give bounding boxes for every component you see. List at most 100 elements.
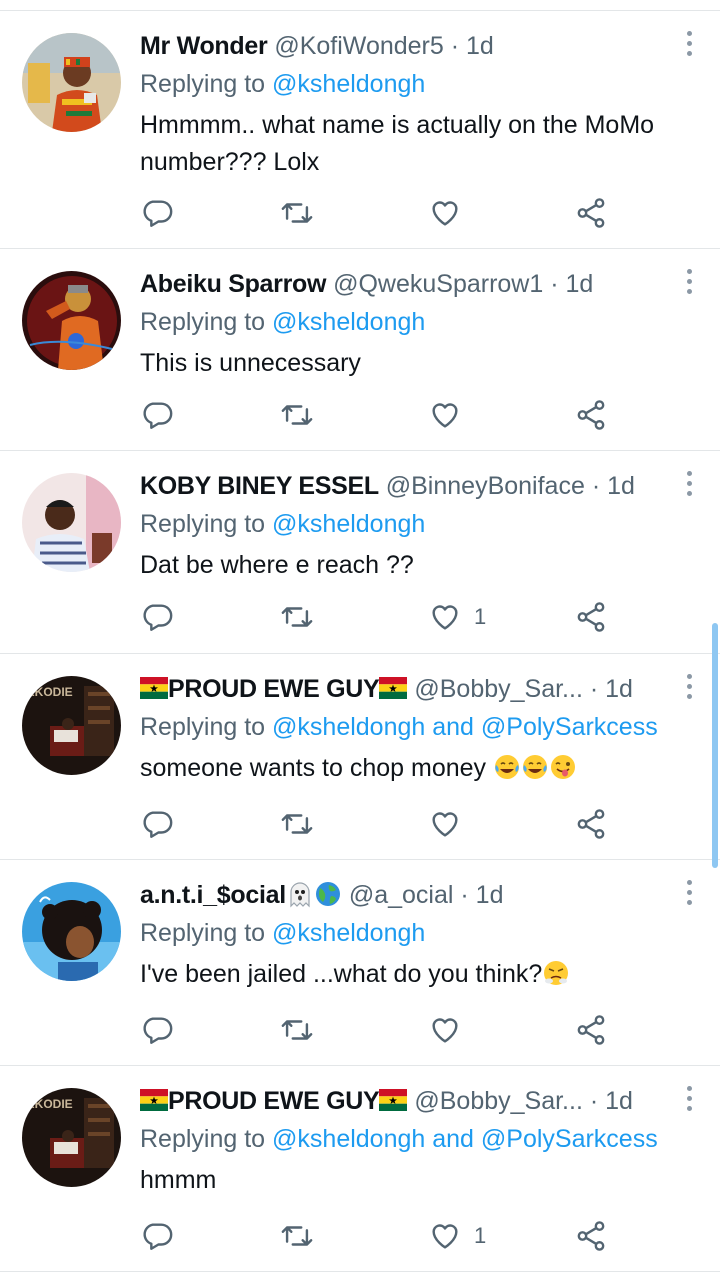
- retweet-button[interactable]: [280, 1010, 314, 1050]
- user-handle[interactable]: @BinneyBoniface: [386, 472, 585, 500]
- display-name[interactable]: PROUD EWE GUY: [168, 675, 380, 703]
- share-icon: [577, 809, 605, 839]
- tweet-text: hmmm: [140, 1166, 217, 1194]
- reply-tweet[interactable]: KOBY BINEY ESSEL @BinneyBoniface · 1d Re…: [0, 451, 720, 654]
- tweet-text-container: someone wants to chop money: [140, 750, 690, 787]
- retweet-icon: [281, 1020, 313, 1040]
- user-handle[interactable]: @QwekuSparrow1: [333, 270, 543, 298]
- display-name[interactable]: PROUD EWE GUY: [168, 1087, 380, 1115]
- tweet-text: Hmmmm.. what name is actually on the MoM…: [140, 111, 655, 176]
- replying-to: Replying to @ksheldongh: [140, 305, 425, 339]
- more-options-icon[interactable]: [684, 1086, 694, 1116]
- like-button[interactable]: 1: [428, 597, 486, 637]
- share-icon: [577, 602, 605, 632]
- replying-to-link[interactable]: @ksheldongh: [272, 919, 425, 947]
- separator: ·: [550, 270, 559, 298]
- scrollbar[interactable]: [712, 623, 718, 868]
- avatar[interactable]: [22, 271, 121, 370]
- reply-tweet[interactable]: RKODIE PROUD EWE GUY @Bobby_Sar... · 1d …: [0, 1066, 720, 1272]
- ghana-flag-icon: [379, 674, 408, 699]
- share-button[interactable]: [574, 395, 608, 435]
- share-button[interactable]: [574, 804, 608, 844]
- timestamp[interactable]: 1d: [605, 1087, 633, 1115]
- retweet-button[interactable]: [280, 193, 314, 233]
- user-handle[interactable]: @a_ocial: [349, 881, 454, 909]
- retweet-button[interactable]: [280, 395, 314, 435]
- share-icon: [577, 198, 605, 228]
- retweet-icon: [281, 814, 313, 834]
- share-button[interactable]: [574, 193, 608, 233]
- replying-to-link[interactable]: @ksheldongh: [272, 510, 425, 538]
- reply-icon: [143, 1223, 173, 1250]
- reply-tweet[interactable]: Abeiku Sparrow @QwekuSparrow1 · 1d Reply…: [0, 249, 720, 451]
- avatar[interactable]: [22, 33, 121, 132]
- ghana-flag-icon: [140, 674, 168, 699]
- replying-prefix: Replying to: [140, 70, 266, 98]
- display-name[interactable]: Abeiku Sparrow: [140, 270, 326, 298]
- replying-to-link[interactable]: @ksheldongh and @PolySarkcess: [272, 1125, 658, 1153]
- tweet-header: a.n.t.i_$ocial @a_ocial · 1d: [140, 878, 670, 912]
- action-bar: 1: [140, 597, 620, 637]
- retweet-button[interactable]: [280, 804, 314, 844]
- reply-tweet[interactable]: a.n.t.i_$ocial @a_ocial · 1d Replying to…: [0, 860, 720, 1066]
- timestamp[interactable]: 1d: [466, 32, 494, 60]
- reply-button[interactable]: [140, 597, 174, 637]
- timestamp[interactable]: 1d: [607, 472, 635, 500]
- reply-button[interactable]: [140, 1216, 174, 1256]
- tears-of-joy-emoji-icon: [493, 753, 521, 781]
- like-icon: [432, 605, 458, 630]
- like-button[interactable]: [428, 193, 474, 233]
- tears-of-joy-emoji-icon: [521, 753, 549, 781]
- replying-to-link[interactable]: @ksheldongh: [272, 308, 425, 336]
- reply-button[interactable]: [140, 395, 174, 435]
- avatar[interactable]: RKODIE: [22, 1088, 121, 1187]
- retweet-button[interactable]: [280, 597, 314, 637]
- retweet-button[interactable]: [280, 1216, 314, 1256]
- like-button[interactable]: 1: [428, 1216, 486, 1256]
- more-options-icon[interactable]: [684, 880, 694, 910]
- action-bar: [140, 395, 620, 435]
- more-options-icon[interactable]: [684, 674, 694, 704]
- retweet-icon: [281, 1226, 313, 1246]
- more-options-icon[interactable]: [684, 471, 694, 501]
- avatar[interactable]: RKODIE: [22, 676, 121, 775]
- more-options-icon[interactable]: [684, 31, 694, 61]
- share-button[interactable]: [574, 597, 608, 637]
- like-button[interactable]: [428, 1010, 474, 1050]
- reply-icon: [143, 402, 173, 429]
- user-handle[interactable]: @KofiWonder5: [274, 32, 443, 60]
- tweet-header: KOBY BINEY ESSEL @BinneyBoniface · 1d: [140, 469, 670, 503]
- more-options-icon[interactable]: [684, 269, 694, 299]
- timestamp[interactable]: 1d: [476, 881, 504, 909]
- reply-tweet[interactable]: Mr Wonder @KofiWonder5 · 1d Replying to …: [0, 11, 720, 249]
- avatar[interactable]: [22, 882, 121, 981]
- share-button[interactable]: [574, 1216, 608, 1256]
- reply-button[interactable]: [140, 1010, 174, 1050]
- share-button[interactable]: [574, 1010, 608, 1050]
- reply-button[interactable]: [140, 193, 174, 233]
- display-name[interactable]: a.n.t.i_$ocial: [140, 881, 286, 909]
- replying-to-link[interactable]: @ksheldongh: [272, 70, 425, 98]
- reply-button[interactable]: [140, 804, 174, 844]
- share-icon: [577, 400, 605, 430]
- like-count: 1: [474, 1223, 487, 1248]
- reply-icon: [143, 1017, 173, 1044]
- action-bar: 1: [140, 1216, 620, 1256]
- user-handle[interactable]: @Bobby_Sar...: [414, 675, 583, 703]
- svg-text:RKODIE: RKODIE: [26, 685, 73, 699]
- globe-emoji-icon: [314, 880, 342, 908]
- share-icon: [577, 1015, 605, 1045]
- user-handle[interactable]: @Bobby_Sar...: [414, 1087, 583, 1115]
- replying-to-link[interactable]: @ksheldongh and @PolySarkcess: [272, 713, 658, 741]
- display-name[interactable]: KOBY BINEY ESSEL: [140, 472, 379, 500]
- display-name[interactable]: Mr Wonder: [140, 32, 268, 60]
- like-button[interactable]: [428, 804, 474, 844]
- winking-tongue-emoji-icon: [549, 753, 577, 781]
- avatar[interactable]: [22, 473, 121, 572]
- timestamp[interactable]: 1d: [605, 675, 633, 703]
- timestamp[interactable]: 1d: [566, 270, 594, 298]
- reply-tweet[interactable]: RKODIE PROUD EWE GUY @Bobby_Sar... · 1d …: [0, 654, 720, 860]
- like-button[interactable]: [428, 395, 474, 435]
- replying-to: Replying to @ksheldongh: [140, 507, 425, 541]
- sarkodie-album-avatar-icon: RKODIE: [22, 676, 121, 775]
